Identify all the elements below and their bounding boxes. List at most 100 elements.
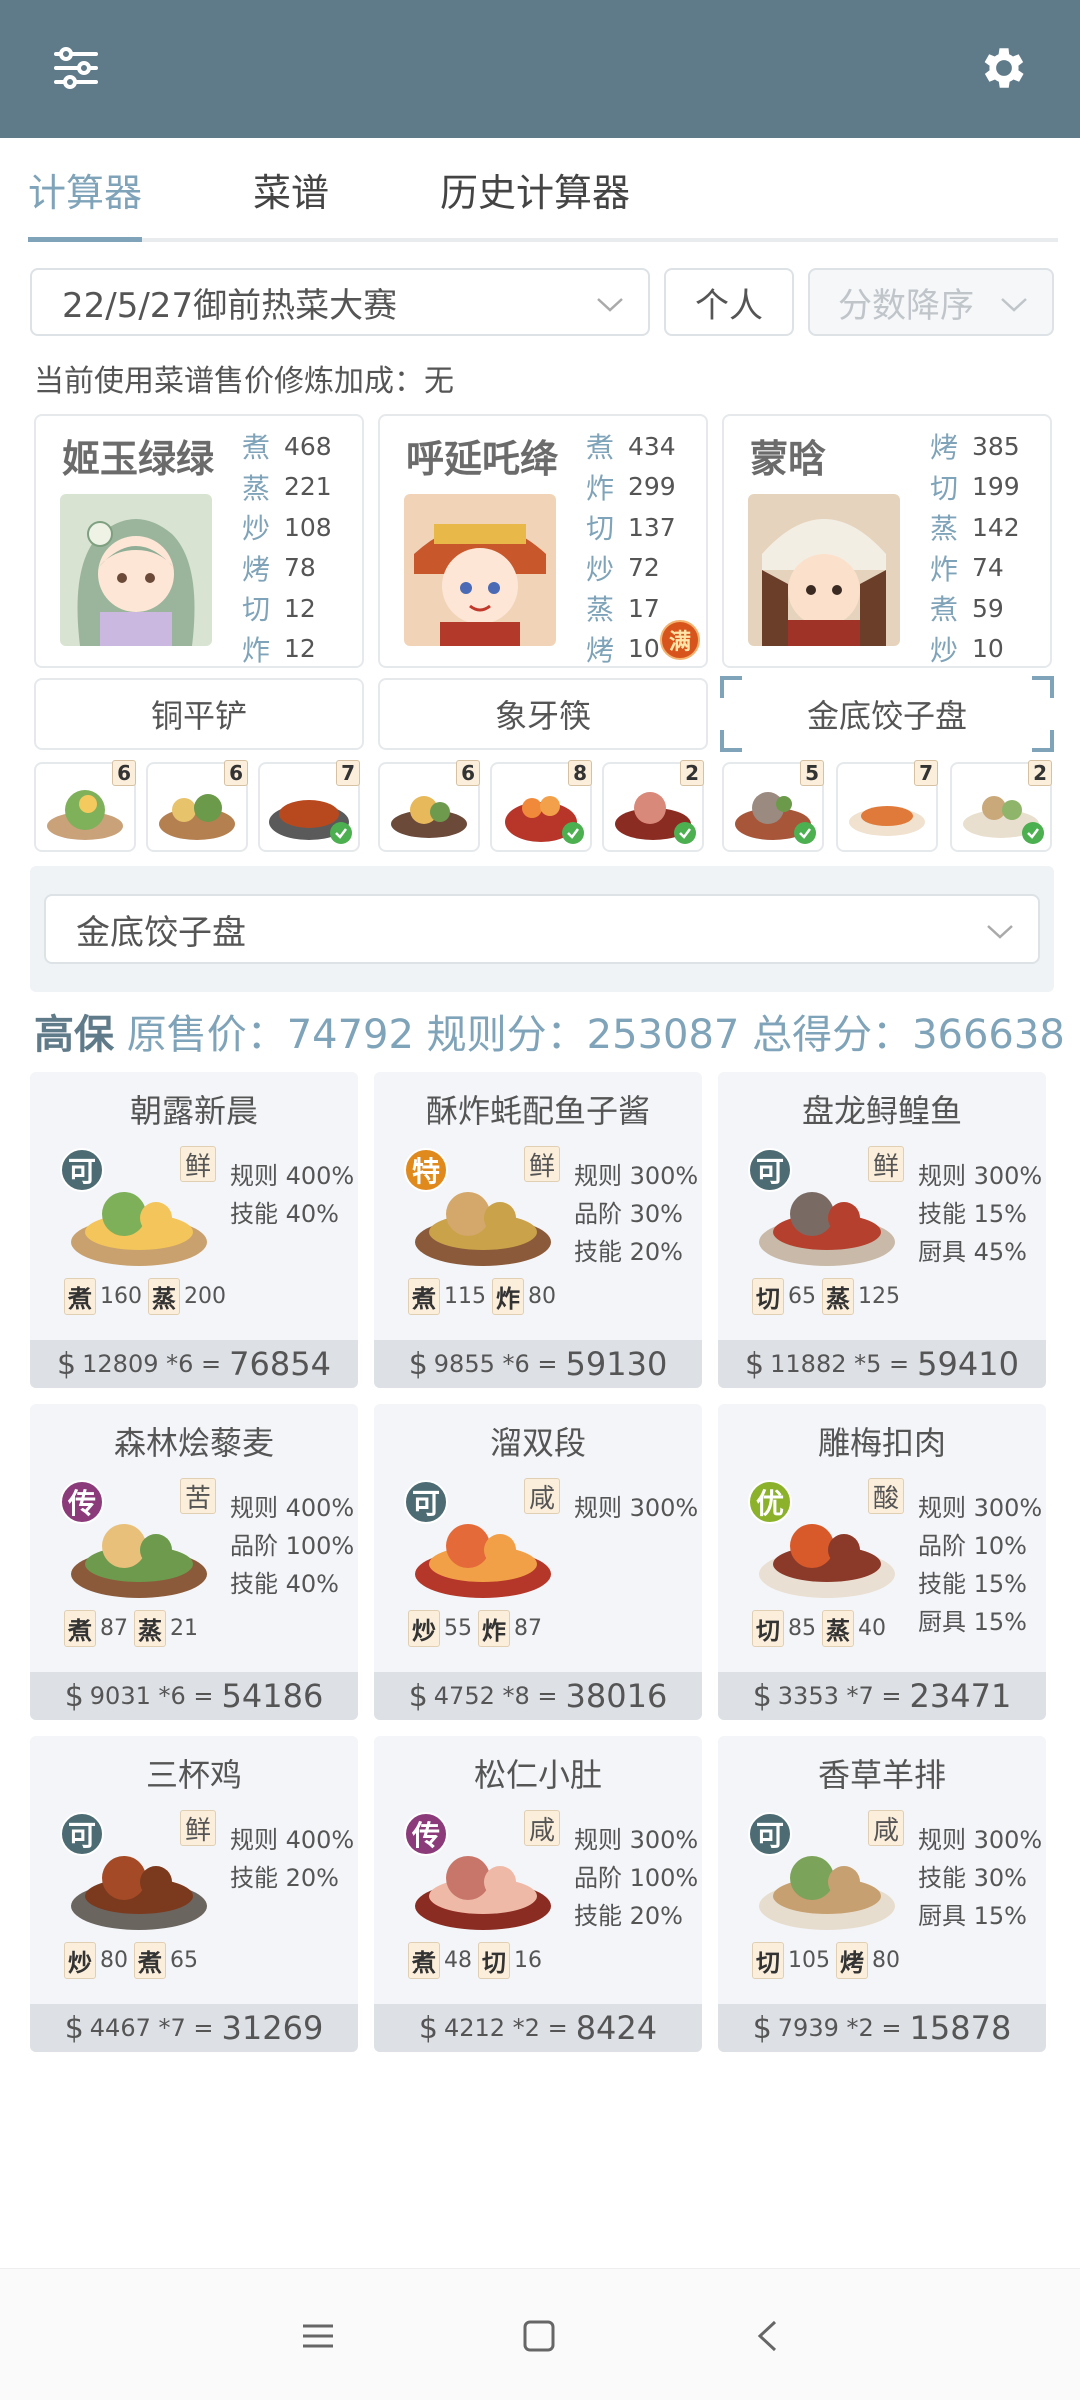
dish-thumb[interactable]: 6 xyxy=(146,760,248,852)
recipe-card[interactable]: 酥炸蚝配鱼子酱 特 鲜 规则 300% 品阶 30% 技能 20% 煮 115 炸 80 … xyxy=(374,1072,702,1388)
recipe-price: $ 9855 *6 = 59130 xyxy=(374,1340,702,1388)
dish-thumb[interactable]: 2 xyxy=(950,760,1052,852)
recipe-name: 三杯鸡 xyxy=(145,1756,242,1794)
recipe-price: $ 7939 *2 = 15878 xyxy=(718,2004,1046,2052)
recipe-skill: 切 85 xyxy=(752,1610,816,1647)
equals-sign: = xyxy=(185,1682,214,1710)
chef-stat: 炸 74 xyxy=(930,552,1004,586)
dish-thumb[interactable]: 2 xyxy=(602,760,704,852)
recipe-bonus: 品阶 30% xyxy=(574,1200,683,1228)
chef-stat: 切 199 xyxy=(930,471,1020,505)
recipe-skill: 炸 87 xyxy=(478,1610,542,1647)
flavor-tag: 苦 xyxy=(180,1478,216,1514)
flavor-tag: 鲜 xyxy=(524,1146,560,1182)
recipe-bonus: 规则 300% xyxy=(574,1162,699,1190)
recipe-card[interactable]: 盘龙鲟鳇鱼 可 鲜 规则 300% 技能 15% 厨具 45% 切 65 蒸 125 $ … xyxy=(718,1072,1046,1388)
recipe-card[interactable]: 朝露新晨 可 鲜 规则 400% 技能 40% 煮 160 蒸 200 $ 12809 … xyxy=(30,1072,358,1388)
recipe-name: 酥炸蚝配鱼子酱 xyxy=(425,1092,650,1130)
menu-icon[interactable] xyxy=(293,2311,343,2361)
flavor-tag: 鲜 xyxy=(180,1146,216,1182)
dollar-icon: $ xyxy=(64,2010,84,2046)
recipe-skills: 煮 160 蒸 200 xyxy=(64,1278,226,1315)
chef-stat: 煮 468 xyxy=(242,431,332,465)
tab-bar: 计算器 菜谱 历史计算器 xyxy=(28,138,1058,242)
recipe-skill: 煮 115 xyxy=(408,1278,486,1315)
chef-card[interactable]: 呼延吒绛 满 煮 434 炸 299 切 137 炒 72 蒸 17 烤 10 xyxy=(378,414,708,668)
chevron-down-icon xyxy=(986,909,1014,949)
dollar-icon: $ xyxy=(408,1346,428,1382)
selection-corner xyxy=(720,730,742,752)
equipment-slot[interactable]: 铜平铲 xyxy=(34,678,364,750)
unit-price: 4212 *2 xyxy=(443,2014,540,2042)
tab-history-calculator[interactable]: 历史计算器 xyxy=(440,162,630,217)
back-icon[interactable] xyxy=(742,2311,792,2361)
dish-thumb[interactable]: 6 xyxy=(34,760,136,852)
selection-corner xyxy=(1032,676,1054,698)
equipment-select[interactable]: 金底饺子盘 xyxy=(44,894,1040,964)
tab-calculator[interactable]: 计算器 xyxy=(28,162,142,217)
recipe-name: 香草羊排 xyxy=(817,1756,946,1794)
equals-sign: = xyxy=(185,2014,214,2042)
recipe-card[interactable]: 松仁小肚 传 咸 规则 300% 品阶 100% 技能 20% 煮 48 切 16 $ 4… xyxy=(374,1736,702,2052)
chef-card[interactable]: 姬玉绿绿 煮 468 蒸 221 炒 108 烤 78 切 12 炸 12 xyxy=(34,414,364,668)
flavor-tag: 鲜 xyxy=(868,1146,904,1182)
recipe-bonus: 规则 400% xyxy=(230,1826,355,1854)
chef-stat: 炸 299 xyxy=(586,471,676,505)
unit-price: 4752 *8 xyxy=(433,1682,530,1710)
dish-thumb[interactable]: 6 xyxy=(378,760,480,852)
home-icon[interactable] xyxy=(514,2311,564,2361)
chevron-down-icon xyxy=(596,282,624,322)
recipe-price: $ 4752 *8 = 38016 xyxy=(374,1672,702,1720)
recipe-name: 松仁小肚 xyxy=(473,1756,602,1794)
chef-stat: 蒸 142 xyxy=(930,512,1020,546)
rarity-badge: 可 xyxy=(60,1812,104,1856)
unit-price: 4467 *7 xyxy=(89,2014,186,2042)
recipe-card[interactable]: 溜双段 可 咸 规则 300% 炒 55 炸 87 $ 4752 *8 = 38016 xyxy=(374,1404,702,1720)
recipe-card[interactable]: 香草羊排 可 咸 规则 300% 技能 30% 厨具 15% 切 105 烤 80 $ 7… xyxy=(718,1736,1046,2052)
recipe-bonuses: 规则 300% 品阶 100% 技能 20% xyxy=(574,1820,698,1934)
equipment-slot[interactable]: 象牙筷 xyxy=(378,678,708,750)
equipment-slot-selected[interactable]: 金底饺子盘 xyxy=(720,676,1054,752)
recipe-bonus: 规则 300% xyxy=(918,1826,1043,1854)
dollar-icon: $ xyxy=(752,2010,772,2046)
chef-card[interactable]: 蒙晗 烤 385 切 199 蒸 142 炸 74 煮 59 炒 10 xyxy=(722,414,1052,668)
rarity-badge: 优 xyxy=(748,1480,792,1524)
recipe-bonus: 品阶 100% xyxy=(574,1864,699,1892)
chef-name: 姬玉绿绿 xyxy=(62,437,215,481)
recipe-skills: 煮 115 炸 80 xyxy=(408,1278,556,1315)
unit-price: 12809 *6 xyxy=(82,1350,194,1378)
score-label: 高保 xyxy=(34,1012,114,1058)
tab-recipes[interactable]: 菜谱 xyxy=(253,162,329,217)
contest-select[interactable]: 22/5/27御前热菜大赛 xyxy=(30,268,650,336)
dish-count: 6 xyxy=(224,760,248,786)
dish-thumb[interactable]: 5 xyxy=(722,760,824,852)
recipe-price: $ 4212 *2 = 8424 xyxy=(374,2004,702,2052)
chef-name: 蒙晗 xyxy=(750,437,827,481)
recipe-bonuses: 规则 300% 技能 15% 厨具 45% xyxy=(918,1156,1042,1270)
check-icon xyxy=(674,822,696,844)
equals-sign: = xyxy=(539,2014,568,2042)
mode-button-label: 个人 xyxy=(695,285,763,326)
dish-thumb[interactable]: 7 xyxy=(258,760,360,852)
dish-thumb[interactable]: 8 xyxy=(490,760,592,852)
recipe-card[interactable]: 森林烩藜麦 传 苦 规则 400% 品阶 100% 技能 40% 煮 87 蒸 21 $ … xyxy=(30,1404,358,1720)
flavor-tag: 咸 xyxy=(868,1810,904,1846)
sort-select[interactable]: 分数降序 xyxy=(808,268,1054,336)
recipe-bonuses: 规则 400% 技能 40% xyxy=(230,1156,354,1232)
recipe-bonus: 技能 20% xyxy=(230,1864,339,1892)
recipe-skills: 炒 55 炸 87 xyxy=(408,1610,542,1647)
gear-icon[interactable] xyxy=(966,30,1042,106)
rarity-badge: 可 xyxy=(748,1148,792,1192)
recipe-card[interactable]: 三杯鸡 可 鲜 规则 400% 技能 20% 炒 80 煮 65 $ 4467 *7 =… xyxy=(30,1736,358,2052)
equals-sign: = xyxy=(873,1682,902,1710)
recipe-price: $ 12809 *6 = 76854 xyxy=(30,1340,358,1388)
recipe-card[interactable]: 雕梅扣肉 优 酸 规则 300% 品阶 10% 技能 15% 厨具 15% 切 85 蒸 4… xyxy=(718,1404,1046,1720)
mode-button[interactable]: 个人 xyxy=(664,268,794,336)
recipe-name: 雕梅扣肉 xyxy=(817,1424,946,1462)
dish-thumb[interactable]: 7 xyxy=(836,760,938,852)
equals-sign: = xyxy=(881,1350,910,1378)
chef-stat: 烤 10 xyxy=(586,633,660,667)
chef-portrait xyxy=(404,494,556,646)
price-total: 8424 xyxy=(575,2009,658,2047)
sliders-icon[interactable] xyxy=(38,30,114,106)
